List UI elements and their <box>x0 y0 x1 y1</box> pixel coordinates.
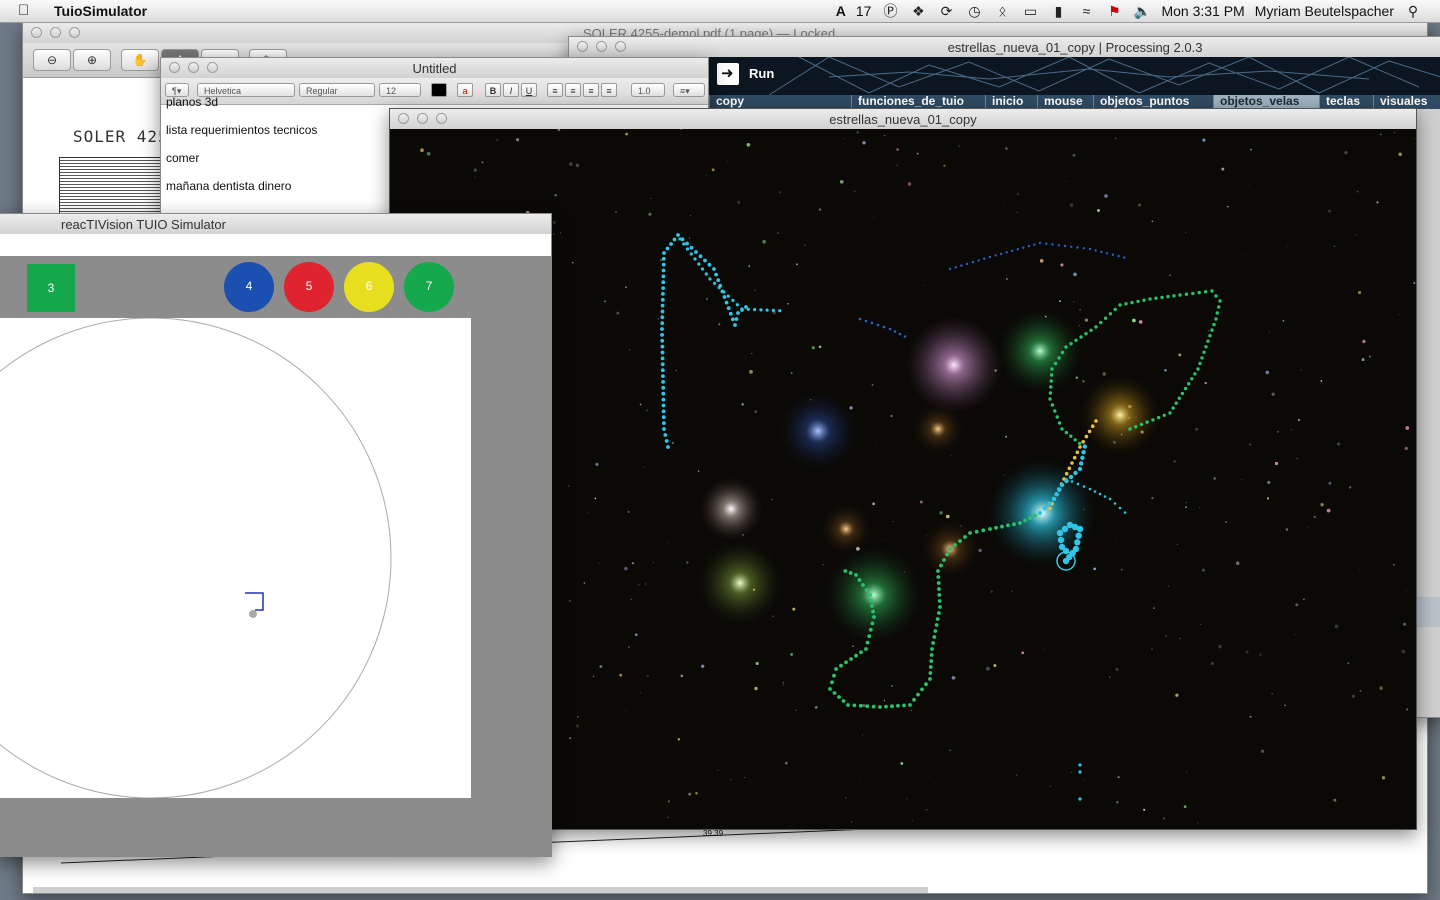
text-line: lista requerimientos tecnicos <box>166 123 318 137</box>
align-right-icon[interactable]: ≡ <box>583 83 599 97</box>
battery-icon[interactable]: ▮ <box>1049 3 1067 20</box>
tuio-titlebar: reacTIVision TUIO Simulator <box>0 214 551 235</box>
dimension-label: 39.39 <box>703 829 724 838</box>
sync-icon[interactable]: ⟳ <box>937 3 955 20</box>
tab-objetos-velas[interactable]: objetos_velas <box>1213 95 1319 109</box>
tuio-object-3[interactable]: 3 <box>27 264 75 312</box>
status-area: A 17 Ⓟ ❖ ⟳ ◷ ᛟ ▭ ▮ ≈ ⚑ 🔈 Mon 3:31 PM Myr… <box>836 0 1440 22</box>
tuio-table-surface[interactable] <box>0 318 471 798</box>
textedit-title: Untitled <box>412 61 457 76</box>
spotlight-icon[interactable]: ⚲ <box>1404 3 1422 20</box>
bluetooth-icon[interactable]: ᛟ <box>993 3 1011 19</box>
line-spacing-select[interactable]: 1.0 <box>631 83 665 97</box>
sketch-titlebar: estrellas_nueva_01_copy <box>390 109 1416 130</box>
tuio-object-4[interactable]: 4 <box>224 262 274 312</box>
user-name[interactable]: Myriam Beutelspacher <box>1255 3 1394 19</box>
tab-teclas[interactable]: teclas <box>1319 95 1373 109</box>
app-menu-name[interactable]: TuioSimulator <box>54 3 147 19</box>
bold-icon[interactable]: B <box>485 83 501 97</box>
wifi-icon[interactable]: ≈ <box>1077 3 1095 19</box>
tuio-object-6[interactable]: 6 <box>344 262 394 312</box>
sketch-title: estrellas_nueva_01_copy <box>829 112 977 127</box>
tuio-simulator-window: reacTIVision TUIO Simulator 3 4 5 6 7 <box>0 213 552 857</box>
align-center-icon[interactable]: ≡ <box>565 83 581 97</box>
text-color-well[interactable] <box>431 83 447 97</box>
processing-console-strip <box>1415 597 1440 627</box>
zoom-button[interactable] <box>615 41 626 52</box>
display-icon[interactable]: ▭ <box>1021 3 1039 20</box>
tab-mouse[interactable]: mouse <box>1037 95 1093 109</box>
apple-menu-icon[interactable]:  <box>18 2 29 19</box>
adobe-icon[interactable]: A <box>836 3 846 19</box>
menu-bar:  TuioSimulator A 17 Ⓟ ❖ ⟳ ◷ ᛟ ▭ ▮ ≈ ⚑ 🔈… <box>0 0 1440 23</box>
italic-icon[interactable]: I <box>503 83 519 97</box>
adobe-count[interactable]: 17 <box>856 3 872 19</box>
tab-funciones-de-tuio[interactable]: funciones_de_tuio <box>851 95 985 109</box>
preview-scrollbar[interactable] <box>33 887 928 893</box>
minimize-button[interactable] <box>596 41 607 52</box>
tuio-title: reacTIVision TUIO Simulator <box>61 217 226 232</box>
justify-icon[interactable]: ≡ <box>601 83 617 97</box>
tab-copy[interactable]: copy <box>709 95 751 109</box>
clock[interactable]: Mon 3:31 PM <box>1161 3 1244 19</box>
text-line: mañana dentista dinero <box>166 179 292 193</box>
list-style-icon[interactable]: ≡▾ <box>673 83 705 97</box>
dropbox-icon[interactable]: ❖ <box>909 3 927 20</box>
tuio-object-5[interactable]: 5 <box>284 262 334 312</box>
run-label[interactable]: Run <box>749 66 774 81</box>
text-line: comer <box>166 151 200 165</box>
textedit-body[interactable]: planos 3d lista requerimientos tecnicos … <box>166 95 318 207</box>
tab-inicio[interactable]: inicio <box>985 95 1037 109</box>
underline-icon[interactable]: U <box>521 83 537 97</box>
tuio-object-7[interactable]: 7 <box>404 262 454 312</box>
run-button[interactable]: ➜ <box>717 63 739 85</box>
time-machine-icon[interactable]: ◷ <box>965 3 983 20</box>
tab-visuales[interactable]: visuales <box>1373 95 1440 109</box>
tuio-header-strip <box>0 234 551 256</box>
volume-icon[interactable]: 🔈 <box>1133 3 1151 20</box>
font-size-select[interactable]: 12 <box>379 83 421 97</box>
flag-icon[interactable]: ⚑ <box>1105 3 1123 20</box>
processing-titlebar: estrellas_nueva_01_copy | Processing 2.0… <box>569 37 1440 58</box>
p-icon[interactable]: Ⓟ <box>881 1 899 21</box>
close-button[interactable] <box>577 41 588 52</box>
processing-title: estrellas_nueva_01_copy | Processing 2.0… <box>947 40 1203 55</box>
textedit-titlebar: Untitled <box>161 58 708 79</box>
table-circle <box>0 318 392 798</box>
highlight-color-icon[interactable]: a <box>457 83 473 97</box>
align-left-icon[interactable]: ≡ <box>547 83 563 97</box>
text-line: planos 3d <box>166 95 219 109</box>
tab-objetos-puntos[interactable]: objetos_puntos <box>1093 95 1213 109</box>
